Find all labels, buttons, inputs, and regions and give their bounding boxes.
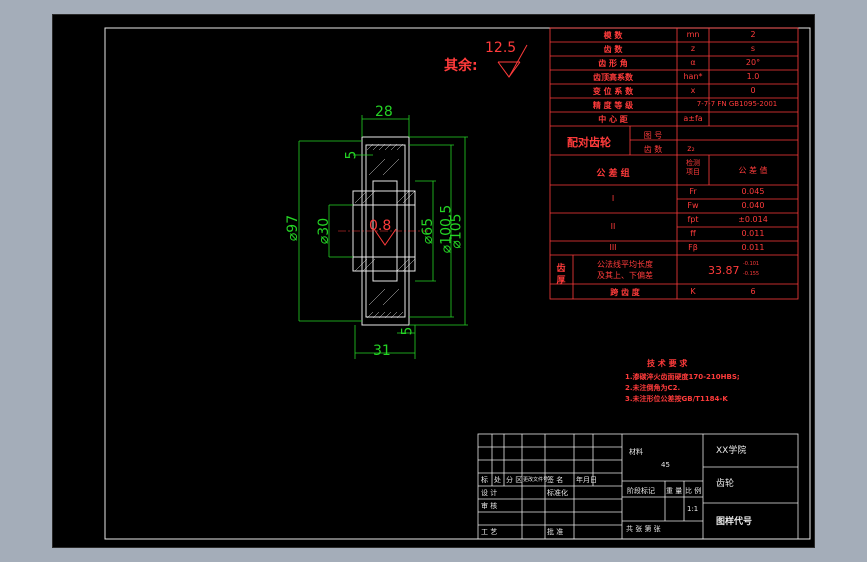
tol-value: 0.011 bbox=[741, 243, 765, 252]
tech-req-item-1: 1.渗碳淬火齿面硬度170-210HBS; bbox=[625, 373, 740, 381]
school-name: XX学院 bbox=[716, 446, 747, 456]
tol-group: II bbox=[610, 222, 616, 231]
thickness-value: 33.87 bbox=[708, 264, 740, 277]
drawing-canvas bbox=[104, 27, 811, 540]
param-value: 7-7-7 FN GB1095-2001 bbox=[696, 100, 778, 108]
scale-value: 1:1 bbox=[687, 505, 699, 513]
roughness-value: 12.5 bbox=[485, 40, 517, 56]
param-symbol: a±fa bbox=[683, 114, 703, 123]
span-symbol: K bbox=[690, 287, 696, 296]
tol-value: 0.011 bbox=[741, 229, 765, 238]
header-cell-date: 年月日 bbox=[576, 476, 597, 484]
weight-label: 重 量 bbox=[666, 487, 683, 495]
dim-dia-97: ⌀97 bbox=[285, 214, 302, 242]
span-label: 跨 齿 度 bbox=[610, 288, 640, 297]
tol-value: 0.040 bbox=[741, 201, 765, 210]
section-roughness-value: 0.8 bbox=[369, 218, 392, 234]
tol-symbol: Fβ bbox=[688, 243, 698, 252]
param-symbol: mn bbox=[686, 30, 700, 39]
mating-gear-label: 配对齿轮 bbox=[567, 136, 611, 149]
tol-symbol: ff bbox=[690, 229, 696, 238]
param-value: 2 bbox=[750, 30, 756, 39]
dim-chamfer-5a: 5 bbox=[343, 150, 360, 160]
tol-group: I bbox=[611, 194, 615, 203]
param-name: 齿 数 bbox=[603, 45, 623, 54]
span-value: 6 bbox=[750, 287, 756, 296]
stage-mark-label: 阶段标记 bbox=[627, 487, 655, 495]
tol-symbol: fpt bbox=[687, 215, 699, 224]
dim-width-31: 31 bbox=[373, 343, 391, 359]
row-craft: 工 艺 bbox=[481, 528, 498, 536]
dim-dia-65: ⌀65 bbox=[420, 217, 437, 245]
param-name: 精 度 等 级 bbox=[592, 101, 634, 110]
thickness-label: 齿 厚 bbox=[556, 264, 566, 286]
header-cell-place: 处 bbox=[494, 476, 501, 484]
drawing-number-label: 图样代号 bbox=[716, 517, 753, 527]
mating-drawing-no-label: 图 号 bbox=[643, 131, 663, 140]
row-design: 设 计 bbox=[481, 489, 498, 497]
dim-dia-30: ⌀30 bbox=[316, 217, 333, 245]
header-cell-signature: 签 名 bbox=[547, 476, 564, 484]
thickness-dev-low: -0.155 bbox=[743, 271, 760, 277]
dim-dia-105: ⌀105 bbox=[448, 213, 465, 249]
tol-value: 0.045 bbox=[741, 187, 765, 196]
sheets-count: 共 张 第 张 bbox=[626, 525, 661, 533]
param-symbol: α bbox=[690, 58, 696, 67]
drawing-sheet: 其余: 12.5 0.8 28 31 ⌀97 ⌀30 ⌀65 ⌀100.5 ⌀1… bbox=[52, 14, 815, 548]
param-name: 齿顶高系数 bbox=[593, 73, 633, 82]
param-name: 齿 形 角 bbox=[598, 59, 628, 68]
thickness-desc: 公法线平均长度 及其上、下偏差 bbox=[597, 260, 653, 280]
tech-req-item-2: 2.未注倒角为C2. bbox=[625, 384, 681, 392]
tol-value-header: 公 差 值 bbox=[738, 166, 768, 175]
material-value: 45 bbox=[661, 461, 670, 469]
header-cell-change-doc: 更改文件号 bbox=[523, 477, 549, 483]
tol-symbol: Fr bbox=[689, 187, 697, 196]
tol-item-header: 检测 项目 bbox=[686, 159, 700, 176]
param-value: s bbox=[750, 44, 756, 53]
tol-group-header: 公 差 组 bbox=[596, 169, 630, 179]
material-label: 材料 bbox=[629, 448, 643, 456]
row-approve: 批 准 bbox=[547, 528, 564, 536]
dim-width-28: 28 bbox=[375, 104, 393, 120]
param-symbol: han* bbox=[683, 72, 703, 81]
header-cell-mark: 标 bbox=[481, 476, 488, 484]
tech-req-title: 技 术 要 求 bbox=[647, 359, 688, 368]
tech-req-item-3: 3.未注形位公差按GB/T1184-K bbox=[625, 395, 728, 403]
roughness-label: 其余: bbox=[444, 58, 478, 74]
param-name: 变 位 系 数 bbox=[592, 87, 634, 96]
row-standard: 标准化 bbox=[547, 489, 568, 497]
mating-teeth-value: z₂ bbox=[687, 144, 695, 153]
row-check: 审 核 bbox=[481, 502, 498, 510]
param-name: 中 心 距 bbox=[598, 115, 628, 124]
dim-chamfer-5b: 5 bbox=[399, 326, 416, 336]
param-table-grid bbox=[549, 27, 799, 300]
tol-symbol: Fw bbox=[687, 201, 699, 210]
param-value: 0 bbox=[750, 86, 756, 95]
mating-teeth-label: 齿 数 bbox=[643, 145, 663, 154]
param-symbol: z bbox=[690, 44, 696, 53]
scale-label: 比 例 bbox=[685, 487, 702, 495]
param-value: 20° bbox=[745, 58, 761, 67]
header-cell-zone: 分 区 bbox=[506, 476, 523, 484]
tol-group: III bbox=[609, 243, 617, 252]
param-name: 模 数 bbox=[603, 31, 623, 40]
part-name: 齿轮 bbox=[716, 479, 735, 489]
param-value: 1.0 bbox=[746, 72, 760, 81]
thickness-dev-up: -0.101 bbox=[743, 261, 760, 267]
param-symbol: x bbox=[690, 86, 696, 95]
tol-value: ±0.014 bbox=[738, 215, 768, 224]
